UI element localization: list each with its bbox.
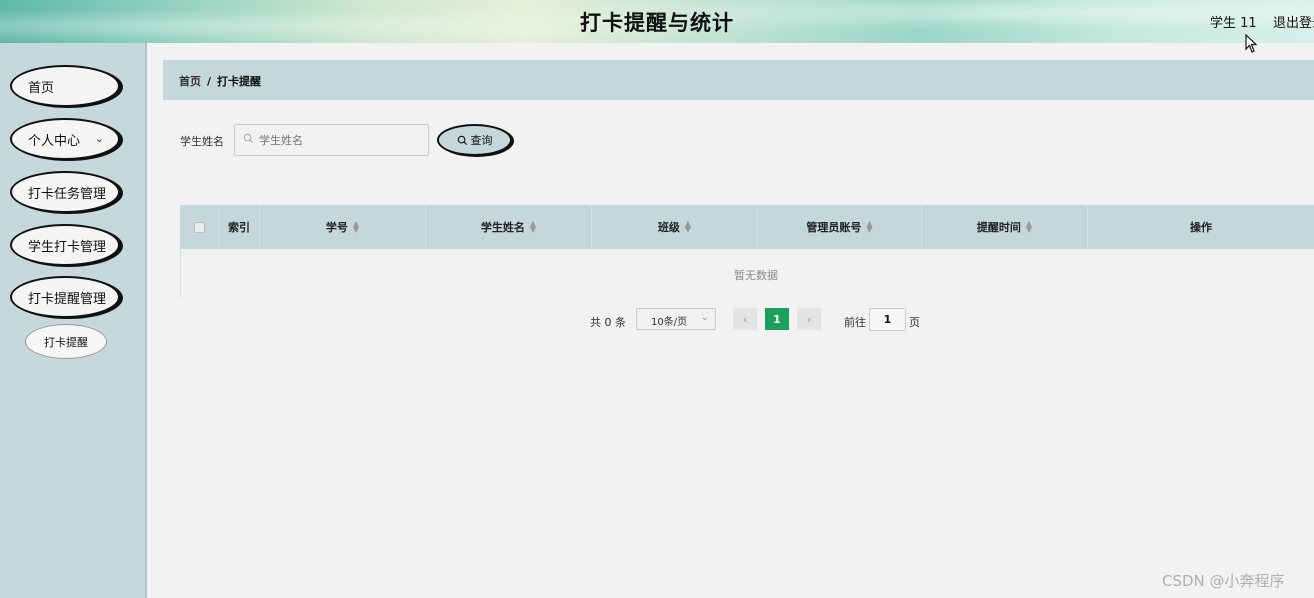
column-header-label: 班级 [657, 221, 680, 234]
sort-icon[interactable]: ▲ ▼ [866, 220, 872, 234]
pagination-total: 共 0 条 [590, 316, 626, 329]
column-header-admin-account[interactable]: 管理员账号 ▲ ▼ [758, 205, 922, 249]
breadcrumb-separator: / [207, 75, 212, 88]
search-field[interactable] [234, 124, 429, 156]
select-all-checkbox[interactable] [193, 221, 205, 233]
column-header-reminder-time[interactable]: 提醒时间 ▲ ▼ [922, 205, 1088, 249]
column-header-label: 学号 [325, 221, 348, 234]
breadcrumb-home[interactable]: 首页 [179, 75, 201, 88]
sidebar-item-label: 打卡任务管理 [28, 186, 107, 202]
student-name-input[interactable] [259, 131, 419, 149]
goto-label: 前往 [844, 316, 866, 329]
breadcrumb-current: 打卡提醒 [217, 75, 262, 88]
breadcrumb: 首页 / 打卡提醒 [179, 73, 261, 89]
table-header: 索引 学号 ▲ ▼ 学生姓名 ▲ ▼ 班级 ▲ ▼ 管理员账号 ▲ ▼ 提醒时间 ▲ ▼ 操作 [180, 205, 1314, 249]
watermark: CSDN @小奔程序 [1162, 572, 1285, 590]
goto-page-input[interactable] [869, 308, 906, 331]
current-user[interactable]: 学生 11 [1210, 12, 1257, 31]
page-size-value: 10条/页 [651, 317, 688, 328]
column-header-student-name[interactable]: 学生姓名 ▲ ▼ [426, 205, 592, 249]
chevron-left-icon: ‹ [742, 312, 748, 326]
sort-icon[interactable]: ▲ ▼ [353, 220, 359, 234]
prev-page-button[interactable]: ‹ [733, 308, 757, 330]
sidebar-item-student-checkin[interactable]: 学生打卡管理 [10, 224, 120, 266]
column-header-index: 索引 [219, 205, 260, 249]
next-page-button[interactable]: › [797, 308, 821, 330]
sidebar-item-reminder-management[interactable]: 打卡提醒管理 [10, 276, 120, 318]
select-all-cell [180, 205, 219, 249]
top-header: 打卡提醒与统计 学生 11 退出登录 [0, 0, 1314, 43]
query-button-label: 查询 [470, 134, 493, 147]
page-size-select[interactable]: 10条/页 ⌄ [636, 308, 716, 330]
search-label: 学生姓名 [180, 135, 224, 148]
sidebar-subitem-reminder[interactable]: 打卡提醒 [25, 324, 107, 359]
sidebar-subitem-label: 打卡提醒 [44, 335, 88, 349]
sort-icon[interactable]: ▲ ▼ [1026, 220, 1032, 234]
sidebar-item-label: 个人中心 [28, 133, 81, 149]
mouse-cursor-icon [1245, 34, 1258, 53]
page-number-current[interactable]: 1 [765, 308, 789, 330]
breadcrumb-bar: 首页 / 打卡提醒 [163, 60, 1314, 100]
column-header-student-id[interactable]: 学号 ▲ ▼ [260, 205, 426, 249]
query-button[interactable]: 查询 [437, 124, 512, 156]
table-body: 暂无数据 [180, 249, 1314, 298]
sidebar-item-checkin-tasks[interactable]: 打卡任务管理 [10, 171, 120, 213]
column-header-label: 学生姓名 [480, 221, 525, 234]
sidebar-item-profile[interactable]: 个人中心 ⌄ [10, 118, 120, 160]
column-header-actions: 操作 [1088, 205, 1314, 249]
logout-link[interactable]: 退出登录 [1273, 12, 1314, 31]
search-icon [457, 135, 467, 145]
column-header-label: 索引 [228, 221, 250, 234]
sidebar: 首页 个人中心 ⌄ 打卡任务管理 学生打卡管理 打卡提醒管理 打卡提醒 [0, 43, 147, 598]
sidebar-item-label: 打卡提醒管理 [28, 291, 107, 307]
column-header-label: 提醒时间 [976, 221, 1021, 234]
chevron-down-icon: ⌄ [700, 312, 709, 323]
sort-icon[interactable]: ▲ ▼ [685, 220, 691, 234]
sidebar-item-label: 首页 [28, 80, 55, 96]
sidebar-item-label: 学生打卡管理 [28, 239, 107, 255]
column-header-label: 操作 [1190, 221, 1212, 234]
goto-unit: 页 [909, 316, 920, 329]
app-title: 打卡提醒与统计 [580, 11, 734, 35]
sort-icon[interactable]: ▲ ▼ [530, 220, 536, 234]
chevron-down-icon: ⌄ [94, 132, 104, 145]
chevron-right-icon: › [806, 312, 812, 326]
sidebar-item-home[interactable]: 首页 [10, 65, 120, 107]
column-header-class[interactable]: 班级 ▲ ▼ [592, 205, 758, 249]
empty-state-text: 暂无数据 [734, 269, 778, 282]
search-icon [243, 133, 254, 144]
column-header-label: 管理员账号 [806, 221, 862, 234]
